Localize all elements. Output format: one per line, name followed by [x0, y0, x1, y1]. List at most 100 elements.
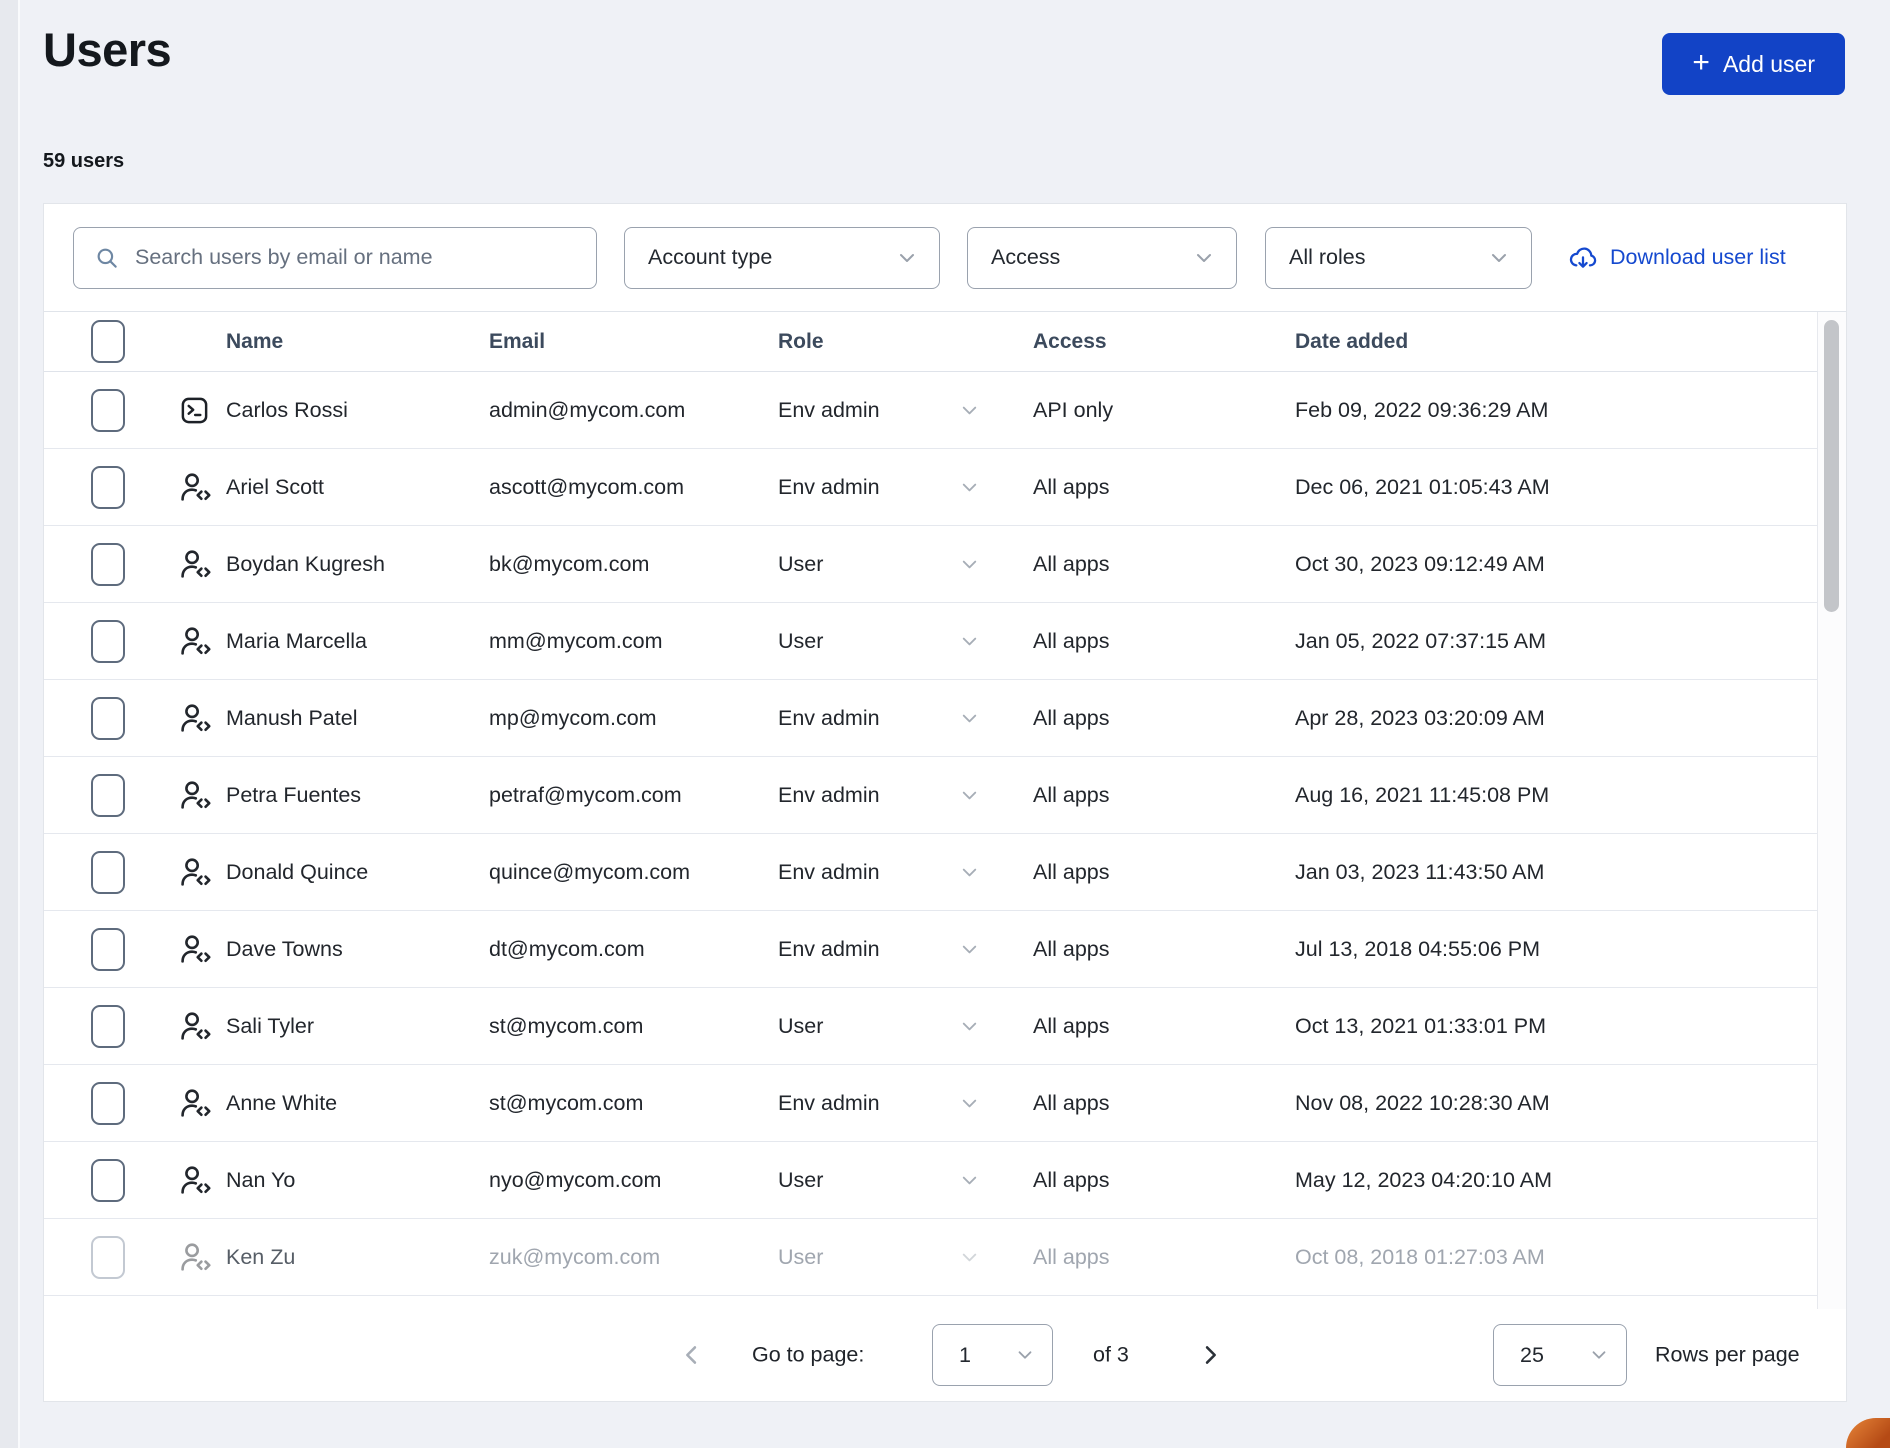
user-access-cell: All apps — [1033, 629, 1295, 654]
row-checkbox[interactable] — [91, 1236, 125, 1279]
table-header-row: Name Email Role Access Date added — [44, 312, 1818, 372]
user-role-dropdown[interactable]: User — [778, 1014, 1033, 1039]
user-date-added-cell: Oct 30, 2023 09:12:49 AM — [1295, 552, 1818, 577]
user-access-cell: All apps — [1033, 1091, 1295, 1116]
chevron-down-icon — [958, 1169, 981, 1192]
table-row: Ken Zu zuk@mycom.com User All apps Oct 0… — [44, 1219, 1818, 1296]
user-role-dropdown[interactable]: User — [778, 1245, 1033, 1270]
row-checkbox[interactable] — [91, 1005, 125, 1048]
access-dropdown[interactable]: Access — [967, 227, 1237, 289]
add-user-button[interactable]: + Add user — [1662, 33, 1845, 95]
user-role-value: Env admin — [778, 398, 880, 423]
user-access-cell: All apps — [1033, 552, 1295, 577]
access-value: Access — [991, 245, 1060, 270]
user-role-dropdown[interactable]: User — [778, 1168, 1033, 1193]
user-email-cell: st@mycom.com — [489, 1091, 778, 1116]
rows-per-page-select[interactable]: 25 — [1493, 1324, 1627, 1386]
chevron-down-icon — [958, 938, 981, 961]
table-row: Donald Quince quince@mycom.com Env admin… — [44, 834, 1818, 911]
row-checkbox[interactable] — [91, 620, 125, 663]
user-access-cell: All apps — [1033, 1168, 1295, 1193]
user-email-cell: st@mycom.com — [489, 1014, 778, 1039]
table-scrollbar-track[interactable] — [1817, 312, 1846, 1311]
roles-dropdown[interactable]: All roles — [1265, 227, 1532, 289]
person-code-icon — [179, 1164, 212, 1197]
rows-per-page-value: 25 — [1520, 1343, 1544, 1368]
row-checkbox[interactable] — [91, 1159, 125, 1202]
account-type-value: Account type — [648, 245, 772, 270]
user-role-value: Env admin — [778, 860, 880, 885]
person-code-icon — [179, 548, 212, 581]
row-checkbox[interactable] — [91, 697, 125, 740]
user-role-dropdown[interactable]: User — [778, 629, 1033, 654]
user-email-cell: quince@mycom.com — [489, 860, 778, 885]
user-access-cell: All apps — [1033, 783, 1295, 808]
chevron-down-icon — [1487, 246, 1511, 270]
row-checkbox[interactable] — [91, 774, 125, 817]
person-code-icon — [179, 933, 212, 966]
user-email-cell: nyo@mycom.com — [489, 1168, 778, 1193]
user-role-dropdown[interactable]: Env admin — [778, 860, 1033, 885]
column-header-name: Name — [226, 330, 489, 354]
row-checkbox[interactable] — [91, 543, 125, 586]
total-pages-label: of 3 — [1093, 1343, 1129, 1368]
user-role-dropdown[interactable]: Env admin — [778, 398, 1033, 423]
table-row: Nan Yo nyo@mycom.com User All apps May 1… — [44, 1142, 1818, 1219]
user-role-dropdown[interactable]: Env admin — [778, 475, 1033, 500]
user-role-value: Env admin — [778, 475, 880, 500]
user-role-dropdown[interactable]: User — [778, 552, 1033, 577]
user-role-dropdown[interactable]: Env admin — [778, 937, 1033, 962]
chevron-down-icon — [958, 399, 981, 422]
row-checkbox[interactable] — [91, 928, 125, 971]
table-row: Anne White st@mycom.com Env admin All ap… — [44, 1065, 1818, 1142]
row-checkbox[interactable] — [91, 466, 125, 509]
user-role-dropdown[interactable]: Env admin — [778, 1091, 1033, 1116]
row-checkbox[interactable] — [91, 389, 125, 432]
user-date-added-cell: Oct 08, 2018 01:27:03 AM — [1295, 1245, 1818, 1270]
search-icon — [94, 245, 120, 271]
row-checkbox[interactable] — [91, 1082, 125, 1125]
person-code-icon — [179, 1087, 212, 1120]
user-role-dropdown[interactable]: Env admin — [778, 783, 1033, 808]
user-date-added-cell: Feb 09, 2022 09:36:29 AM — [1295, 398, 1818, 423]
table-scrollbar-thumb[interactable] — [1824, 320, 1839, 612]
column-header-access: Access — [1033, 330, 1295, 354]
table-row: Boydan Kugresh bk@mycom.com User All app… — [44, 526, 1818, 603]
user-role-dropdown[interactable]: Env admin — [778, 706, 1033, 731]
account-type-dropdown[interactable]: Account type — [624, 227, 940, 289]
next-page-button[interactable] — [1196, 1341, 1224, 1369]
page-select[interactable]: 1 — [932, 1324, 1053, 1386]
person-code-icon — [179, 471, 212, 504]
column-header-role: Role — [778, 330, 1033, 354]
user-date-added-cell: May 12, 2023 04:20:10 AM — [1295, 1168, 1818, 1193]
chevron-down-icon — [958, 630, 981, 653]
user-access-cell: API only — [1033, 398, 1295, 423]
person-code-icon — [179, 856, 212, 889]
user-email-cell: bk@mycom.com — [489, 552, 778, 577]
download-user-list-link[interactable]: Download user list — [1567, 242, 1788, 274]
user-name-cell: Boydan Kugresh — [226, 552, 489, 577]
user-access-cell: All apps — [1033, 1245, 1295, 1270]
user-date-added-cell: Jul 13, 2018 04:55:06 PM — [1295, 937, 1818, 962]
select-all-checkbox[interactable] — [91, 320, 125, 363]
row-checkbox[interactable] — [91, 851, 125, 894]
user-access-cell: All apps — [1033, 937, 1295, 962]
search-input[interactable] — [135, 245, 576, 270]
user-email-cell: admin@mycom.com — [489, 398, 778, 423]
cloud-download-icon — [1567, 242, 1599, 274]
user-role-value: User — [778, 629, 823, 654]
terminal-icon — [179, 395, 210, 426]
rows-per-page-label: Rows per page — [1655, 1343, 1800, 1368]
user-date-added-cell: Nov 08, 2022 10:28:30 AM — [1295, 1091, 1818, 1116]
go-to-page-label: Go to page: — [752, 1343, 864, 1368]
chevron-down-icon — [958, 707, 981, 730]
user-date-added-cell: Dec 06, 2021 01:05:43 AM — [1295, 475, 1818, 500]
previous-page-button[interactable] — [678, 1341, 706, 1369]
user-date-added-cell: Jan 05, 2022 07:37:15 AM — [1295, 629, 1818, 654]
search-box[interactable] — [73, 227, 597, 289]
user-date-added-cell: Oct 13, 2021 01:33:01 PM — [1295, 1014, 1818, 1039]
user-name-cell: Carlos Rossi — [226, 398, 489, 423]
users-panel: Account type Access All roles Download u… — [43, 203, 1847, 1402]
chevron-down-icon — [958, 1015, 981, 1038]
user-email-cell: zuk@mycom.com — [489, 1245, 778, 1270]
